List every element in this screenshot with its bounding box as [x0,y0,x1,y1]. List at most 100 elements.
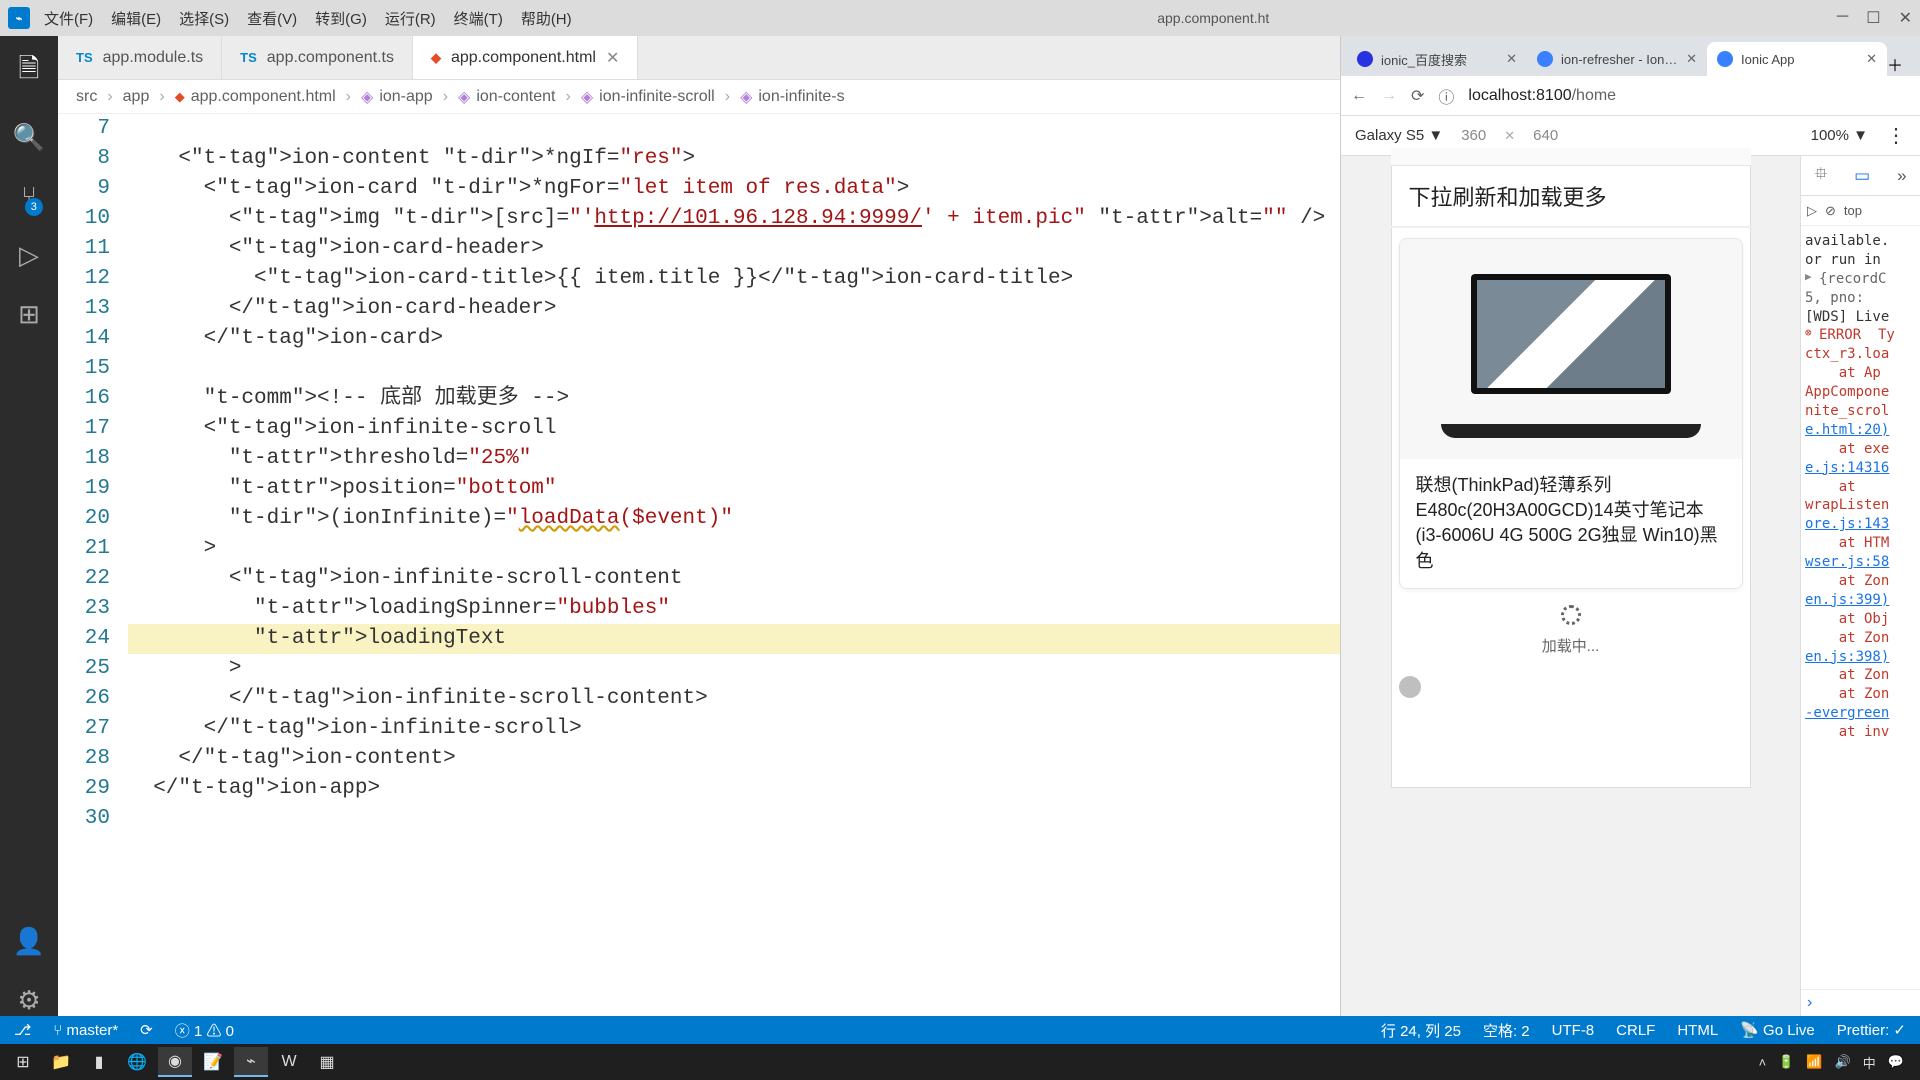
git-branch[interactable]: ⑂ master* [53,1022,118,1039]
crumb-file[interactable]: ◆app.component.html [175,88,336,106]
window-title: app.component.ht [590,10,1837,26]
edge-icon[interactable]: 🌐 [120,1047,154,1077]
tab-close-icon[interactable]: ✕ [1866,51,1877,67]
eol[interactable]: CRLF [1616,1022,1655,1039]
console-prompt[interactable]: › [1801,989,1920,1016]
close-icon[interactable]: ✕ [1899,8,1912,28]
menu-view[interactable]: 查看(V) [247,8,297,29]
crumb-ion-content[interactable]: ◈ion-content [458,87,555,107]
address-bar[interactable]: localhost:8100/home [1468,87,1910,105]
notepad-icon[interactable]: 📝 [196,1047,230,1077]
encoding[interactable]: UTF-8 [1552,1022,1595,1039]
explorer-icon[interactable]: 🗎 [19,50,40,94]
problems[interactable]: ⓧ 1 ⚠ 0 [175,1020,234,1041]
tab-app-component-ts[interactable]: TS app.component.ts [222,36,413,79]
nav-forward-icon[interactable]: → [1381,87,1397,105]
wifi-icon[interactable]: 📶 [1806,1054,1822,1070]
device-emulator[interactable]: 下拉刷新和加载更多 联想(ThinkPad)轻薄系列E480c(20H3A00G… [1341,156,1800,1016]
menu-terminal[interactable]: 终端(T) [454,8,503,29]
browser-tab-ionic-docs[interactable]: ion-refresher - Ionic Doc ✕ [1527,42,1707,76]
menu-run[interactable]: 运行(R) [385,8,436,29]
minimize-icon[interactable]: ─ [1837,8,1848,28]
sync-icon[interactable]: ⟳ [140,1021,153,1039]
product-card[interactable]: 联想(ThinkPad)轻薄系列E480c(20H3A00GCD)14英寸笔记本… [1399,238,1743,589]
terminal-icon[interactable]: ▮ [82,1047,116,1077]
remote-icon[interactable]: ⎇ [14,1021,31,1039]
start-menu-icon[interactable]: ⊞ [6,1047,40,1077]
source-control-icon[interactable]: ⑂3 [21,181,37,212]
reload-icon[interactable]: ⟳ [1411,86,1424,106]
ime-icon[interactable]: 中 [1863,1053,1876,1072]
device-selector[interactable]: Galaxy S5 ▼ [1355,127,1443,144]
more-icon[interactable]: » [1897,166,1906,186]
crumb-ion-infinite-scroll-content[interactable]: ◈ion-infinite-s [740,87,845,107]
volume-icon[interactable]: 🔊 [1835,1054,1851,1070]
app-icon[interactable]: ▦ [310,1047,344,1077]
settings-gear-icon[interactable]: ⚙ [17,985,40,1016]
browser-toolbar: ← → ⟳ ⓘ localhost:8100/home [1341,76,1920,116]
run-debug-icon[interactable]: ▷ [19,240,39,271]
tab-label: Ionic App [1741,52,1858,67]
loading-text: 加载中... [1542,638,1600,655]
device-toggle-icon[interactable]: ▭ [1854,166,1870,186]
word-icon[interactable]: W [272,1047,306,1077]
browser-tab-baidu[interactable]: ionic_百度搜索 ✕ [1347,42,1527,76]
element-icon: ◈ [458,87,470,107]
tab-close-icon[interactable]: ✕ [1506,51,1517,67]
extensions-icon[interactable]: ⊞ [18,299,40,330]
menu-help[interactable]: 帮助(H) [521,8,572,29]
crumb-src[interactable]: src [76,88,97,106]
notifications-icon[interactable]: 💬 [1888,1054,1904,1070]
console-play-icon[interactable]: ▷ [1807,203,1817,219]
prettier-status[interactable]: Prettier: ✓ [1837,1021,1906,1039]
code-editor[interactable]: 7891011121314151617181920212223242526272… [58,114,1340,1016]
breadcrumbs[interactable]: src› app› ◆app.component.html› ◈ion-app›… [58,80,1340,114]
html-file-icon: ◆ [431,50,441,66]
product-title: 联想(ThinkPad)轻薄系列E480c(20H3A00GCD)14英寸笔记本… [1400,459,1742,588]
indentation[interactable]: 空格: 2 [1483,1020,1530,1041]
menu-selection[interactable]: 选择(S) [179,8,229,29]
tab-close-icon[interactable]: ✕ [1686,51,1697,67]
account-icon[interactable]: 👤 [13,926,45,957]
code-content[interactable]: <"t-tag">ion-content "t-dir">*ngIf="res"… [128,114,1340,1016]
menu-go[interactable]: 转到(G) [315,8,367,29]
browser-tabs: ionic_百度搜索 ✕ ion-refresher - Ionic Doc ✕… [1341,36,1920,76]
crumb-ion-app[interactable]: ◈ion-app [361,87,433,107]
tab-close-icon[interactable]: ✕ [606,48,619,68]
crumb-ion-infinite-scroll[interactable]: ◈ion-infinite-scroll [581,87,715,107]
tab-app-module[interactable]: TS app.module.ts [58,36,222,79]
ruler [1391,148,1751,166]
menu-edit[interactable]: 编辑(E) [111,8,161,29]
new-tab-button[interactable]: ＋ [1887,52,1903,76]
more-options-icon[interactable]: ⋮ [1886,123,1906,148]
cursor-position[interactable]: 行 24, 列 25 [1381,1020,1461,1041]
nav-back-icon[interactable]: ← [1351,87,1367,105]
chevron-up-icon[interactable]: ˄ [1759,1055,1767,1070]
browser-tab-ionic-app[interactable]: Ionic App ✕ [1707,42,1887,76]
menu-file[interactable]: 文件(F) [44,8,93,29]
editor-group: TS app.module.ts TS app.component.ts ◆ a… [58,36,1340,1016]
site-info-icon[interactable]: ⓘ [1438,84,1454,108]
battery-icon[interactable]: 🔋 [1778,1054,1794,1070]
search-icon[interactable]: 🔍 [13,122,45,153]
viewport-height[interactable]: 640 [1533,127,1558,144]
language-mode[interactable]: HTML [1677,1022,1718,1039]
infinite-scroll-loading: 加载中... [1399,589,1743,672]
tab-label: ion-refresher - Ionic Doc [1561,52,1678,67]
console-clear-icon[interactable]: ⊘ [1825,203,1836,219]
scroll-content[interactable]: 联想(ThinkPad)轻薄系列E480c(20H3A00GCD)14英寸笔记本… [1391,228,1751,788]
go-live[interactable]: 📡 Go Live [1740,1021,1815,1039]
system-tray[interactable]: ˄ 🔋 📶 🔊 中 💬 [1759,1053,1914,1072]
file-explorer-icon[interactable]: 📁 [44,1047,78,1077]
tab-app-component-html[interactable]: ◆ app.component.html ✕ [413,36,638,79]
inspect-element-icon[interactable]: ⯐ [1814,161,1827,190]
console-context[interactable]: top [1844,203,1862,218]
activity-bar: 🗎 🔍 ⑂3 ▷ ⊞ 👤 ⚙ [0,36,58,1016]
maximize-icon[interactable]: ☐ [1866,8,1880,28]
vscode-icon[interactable]: ⌁ [234,1047,268,1077]
viewport-width[interactable]: 360 [1461,127,1486,144]
crumb-app[interactable]: app [123,88,150,106]
chrome-icon[interactable]: ◉ [158,1047,192,1077]
console-output[interactable]: available.or run in{recordC5, pno: [WDS]… [1801,226,1920,989]
zoom-selector[interactable]: 100% ▼ [1811,127,1868,144]
